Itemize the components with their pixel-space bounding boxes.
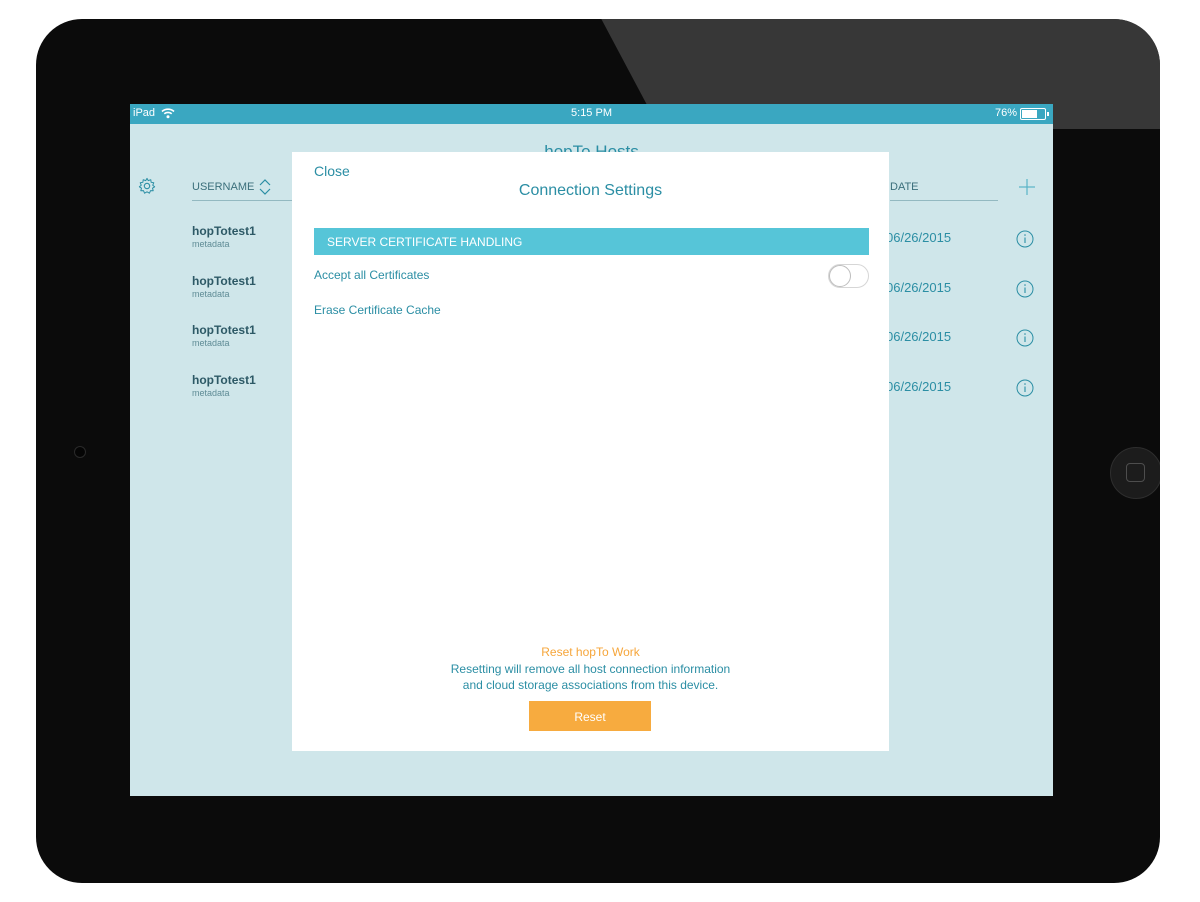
status-bar: iPad 5:15 PM 76%	[130, 104, 1053, 124]
info-icon[interactable]	[1016, 280, 1034, 298]
screen: iPad 5:15 PM 76% hopTo Hosts USERNAME DA…	[130, 104, 1053, 796]
host-date: 06/26/2015	[886, 379, 952, 394]
column-divider	[890, 200, 998, 201]
battery-fill	[1022, 110, 1037, 118]
host-metadata: metadata	[192, 239, 230, 249]
column-header-date[interactable]: DATE	[890, 181, 919, 193]
connection-settings-modal: Close Connection Settings SERVER CERTIFI…	[292, 152, 889, 751]
sort-icon[interactable]	[258, 177, 272, 197]
camera-icon	[74, 446, 86, 458]
status-battery-percent: 76%	[994, 107, 1017, 119]
info-icon[interactable]	[1016, 230, 1034, 248]
add-icon[interactable]	[1018, 178, 1036, 196]
erase-certificate-cache-button[interactable]: Erase Certificate Cache	[314, 303, 441, 317]
host-date: 06/26/2015	[886, 329, 952, 344]
host-name: hopTotest1	[192, 274, 256, 288]
battery-icon	[1020, 108, 1049, 120]
column-header-username[interactable]: USERNAME	[192, 181, 254, 193]
accept-certificates-label: Accept all Certificates	[314, 268, 430, 282]
host-metadata: metadata	[192, 338, 230, 348]
host-metadata: metadata	[192, 289, 230, 299]
reset-description-line: Resetting will remove all host connectio…	[450, 662, 731, 676]
reset-button[interactable]: Reset	[529, 701, 651, 731]
status-time: 5:15 PM	[571, 107, 612, 119]
reset-description: Resetting will remove all host connectio…	[292, 661, 889, 693]
host-name: hopTotest1	[192, 373, 256, 387]
battery-nub	[1047, 112, 1049, 116]
host-name: hopTotest1	[192, 323, 256, 337]
accept-certificates-toggle[interactable]	[828, 264, 869, 288]
close-button[interactable]: Close	[314, 163, 350, 179]
info-icon[interactable]	[1016, 329, 1034, 347]
toggle-knob	[829, 265, 851, 287]
section-header-label: SERVER CERTIFICATE HANDLING	[327, 235, 523, 249]
info-icon[interactable]	[1016, 379, 1034, 397]
gear-icon[interactable]	[138, 177, 156, 195]
host-name: hopTotest1	[192, 224, 256, 238]
reset-description-line: and cloud storage associations from this…	[462, 678, 719, 692]
host-date: 06/26/2015	[886, 230, 952, 245]
column-divider	[192, 200, 292, 201]
home-button-square-icon	[1126, 463, 1145, 482]
host-metadata: metadata	[192, 388, 230, 398]
section-header: SERVER CERTIFICATE HANDLING	[314, 228, 869, 255]
host-date: 06/26/2015	[886, 280, 952, 295]
modal-title: Connection Settings	[518, 182, 663, 199]
reset-title: Reset hopTo Work	[541, 645, 640, 659]
